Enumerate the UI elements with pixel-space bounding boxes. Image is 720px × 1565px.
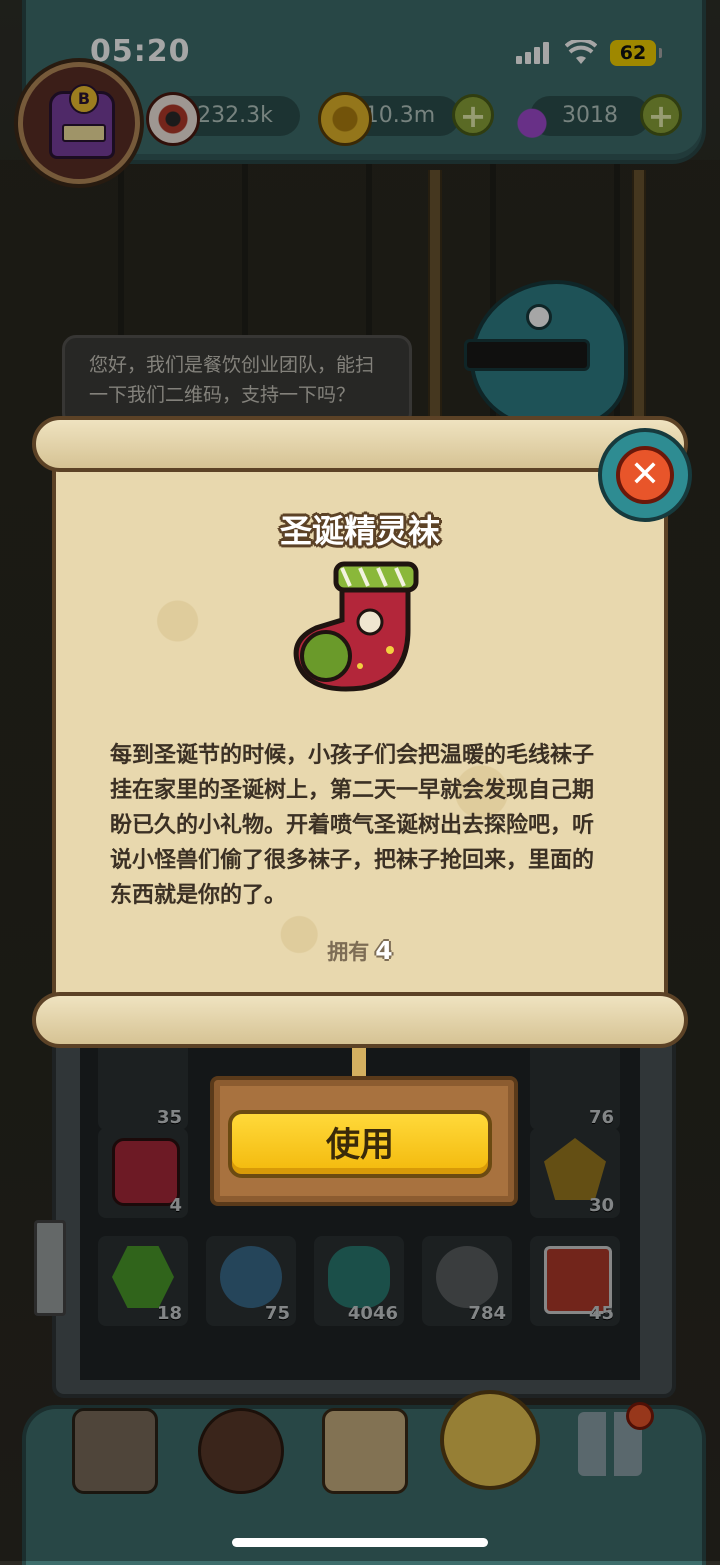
- home-indicator: [232, 1538, 488, 1547]
- notification-dot: [626, 1402, 654, 1430]
- inventory-slot[interactable]: 30: [530, 1128, 620, 1218]
- scroll-top-roll: [32, 416, 688, 472]
- inventory-slot[interactable]: 4: [98, 1128, 188, 1218]
- chef-hat-monster-icon: B: [49, 84, 115, 159]
- item-title: 圣诞精灵袜: [279, 512, 440, 550]
- panel-handle: [34, 1220, 66, 1316]
- inventory-slot[interactable]: 76: [530, 1040, 620, 1130]
- blue-coins-icon: [220, 1246, 282, 1308]
- status-time: 05:20: [90, 34, 191, 69]
- use-button[interactable]: 使用: [228, 1110, 492, 1178]
- speech-line-2: 一下我们二维码，支持一下吗？: [89, 384, 356, 406]
- inventory-slot[interactable]: 18: [98, 1236, 188, 1326]
- signal-icon: [516, 42, 552, 64]
- speech-line-1: 您好，我们是餐饮创业团队，能扫: [89, 354, 375, 376]
- inventory-slot[interactable]: 45: [530, 1236, 620, 1326]
- battery-indicator: 62: [610, 40, 662, 66]
- gold-coin-icon: [318, 92, 372, 146]
- wifi-icon: [564, 38, 598, 66]
- bag-icon[interactable]: [440, 1390, 540, 1490]
- inventory-slot[interactable]: 75: [206, 1236, 296, 1326]
- scroll-bottom-roll: [32, 992, 688, 1048]
- green-gem-icon: [112, 1246, 174, 1308]
- add-coins-button[interactable]: +: [452, 94, 494, 136]
- inventory-slot[interactable]: 784: [422, 1236, 512, 1326]
- owned-count-row: 拥有 4: [52, 936, 668, 966]
- potion-icon: [508, 92, 556, 140]
- ghost-icon: [436, 1246, 498, 1308]
- item-description: 每到圣诞节的时候，小孩子们会把温暖的毛线袜子挂在家里的圣诞树上，第二天一早就会发…: [110, 743, 595, 908]
- eyeball-icon: [146, 92, 200, 146]
- christmas-stocking-icon: [293, 561, 419, 692]
- rope: [428, 170, 442, 430]
- rope: [632, 170, 646, 430]
- speech-bubble: 您好，我们是餐饮创业团队，能扫 一下我们二维码，支持一下吗？: [62, 335, 412, 427]
- gold-gem-icon: [544, 1138, 606, 1200]
- close-icon: ✕: [616, 446, 674, 504]
- monster-icon[interactable]: [198, 1408, 284, 1494]
- inventory-slot[interactable]: 4046: [314, 1236, 404, 1326]
- inventory-slot[interactable]: 35: [98, 1040, 188, 1130]
- rank-badge: B: [69, 84, 99, 114]
- owned-count: 4: [375, 936, 393, 965]
- add-potions-button[interactable]: +: [640, 94, 682, 136]
- spirit-monster-icon: [328, 1246, 390, 1308]
- shop-icon[interactable]: [72, 1408, 158, 1494]
- player-avatar[interactable]: B: [18, 62, 140, 184]
- owned-label: 拥有: [327, 940, 370, 964]
- book-icon[interactable]: [322, 1408, 408, 1494]
